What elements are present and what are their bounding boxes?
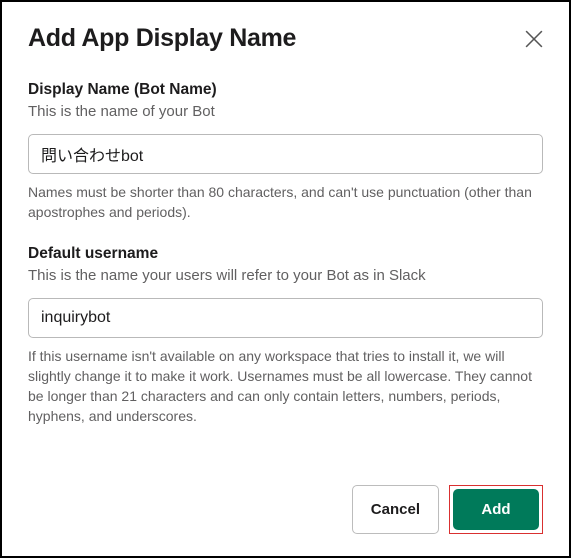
- close-icon[interactable]: [525, 30, 543, 48]
- modal-footer: Cancel Add: [28, 473, 543, 534]
- modal-header: Add App Display Name: [28, 24, 543, 53]
- cancel-button[interactable]: Cancel: [352, 485, 439, 534]
- display-name-input[interactable]: [28, 134, 543, 174]
- default-username-description: This is the name your users will refer t…: [28, 265, 543, 286]
- display-name-description: This is the name of your Bot: [28, 101, 543, 122]
- add-button-highlight: Add: [449, 485, 543, 534]
- display-name-label: Display Name (Bot Name): [28, 81, 543, 99]
- display-name-help: Names must be shorter than 80 characters…: [28, 182, 543, 223]
- add-button[interactable]: Add: [453, 489, 539, 530]
- default-username-group: Default username This is the name your u…: [28, 245, 543, 427]
- modal-title: Add App Display Name: [28, 24, 296, 53]
- display-name-group: Display Name (Bot Name) This is the name…: [28, 81, 543, 223]
- default-username-label: Default username: [28, 245, 543, 263]
- add-app-display-name-modal: Add App Display Name Display Name (Bot N…: [0, 0, 571, 558]
- default-username-input[interactable]: [28, 298, 543, 338]
- default-username-help: If this username isn't available on any …: [28, 346, 543, 427]
